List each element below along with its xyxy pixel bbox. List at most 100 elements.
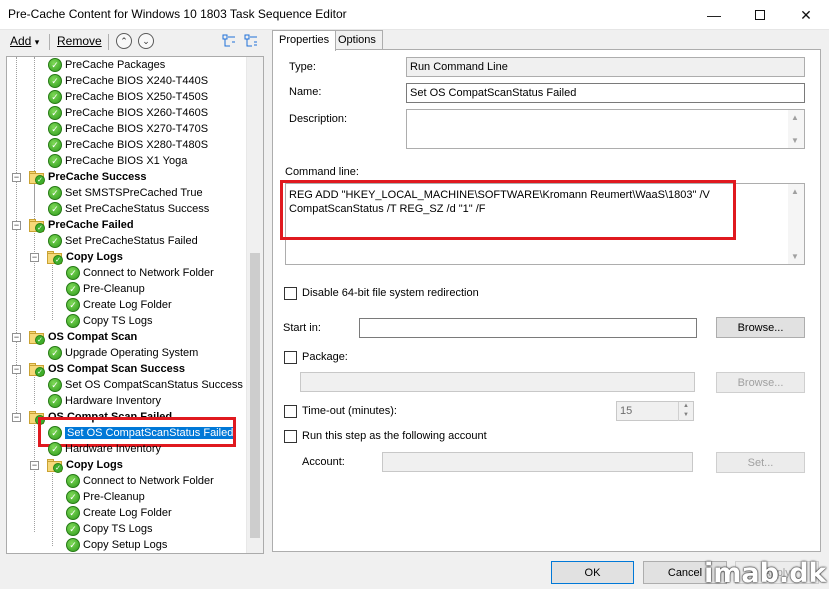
timeout-label: Time-out (minutes): (302, 405, 397, 417)
collapse-toggle[interactable]: − (12, 221, 21, 230)
tree-step[interactable]: ✓ Connect to Network Folder (66, 473, 214, 489)
expand-tree-button[interactable] (243, 33, 259, 49)
set-account-button[interactable]: Set... (716, 452, 805, 473)
success-check-icon: ✓ (48, 122, 62, 136)
group-folder-icon: ✓ (47, 250, 63, 265)
success-check-icon: ✓ (66, 282, 80, 296)
timeout-checkbox[interactable] (284, 405, 297, 418)
tree-item-label: Set PreCacheStatus Failed (65, 235, 198, 247)
collapse-toggle[interactable]: − (12, 413, 21, 422)
tree-item-label: PreCache BIOS X240-T440S (65, 75, 209, 87)
tree-step[interactable]: ✓ Pre-Cleanup (66, 489, 145, 505)
package-checkbox[interactable] (284, 351, 297, 364)
tab-properties[interactable]: Properties (272, 30, 337, 51)
tree-step[interactable]: ✓ Set PreCacheStatus Failed (48, 233, 198, 249)
start-in-browse-button[interactable]: Browse... (716, 317, 805, 338)
tree-step[interactable]: ✓ PreCache BIOS X260-T460S (48, 105, 208, 121)
tree-connector (52, 470, 53, 546)
ok-button[interactable]: OK (551, 561, 634, 584)
timeout-spinner[interactable]: ▲ ▼ (678, 402, 693, 421)
tree-item-label: PreCache Failed (48, 219, 134, 231)
tree-step[interactable]: ✓ PreCache BIOS X250-T450S (48, 89, 208, 105)
collapse-toggle[interactable]: − (12, 333, 21, 342)
description-field[interactable]: ▲ ▼ (406, 109, 805, 149)
tree-step[interactable]: ✓ PreCache BIOS X1 Yoga (48, 153, 187, 169)
name-field[interactable]: Set OS CompatScanStatus Failed (406, 83, 805, 103)
group-folder-icon: ✓ (29, 218, 45, 233)
tree-group[interactable]: ✓ Copy Logs (47, 457, 123, 473)
tree-step[interactable]: ✓ Set PreCacheStatus Success (48, 201, 209, 217)
tree-group[interactable]: ✓ PreCache Failed (29, 217, 134, 233)
success-check-icon: ✓ (48, 234, 62, 248)
start-in-field[interactable] (359, 318, 697, 338)
tree-group[interactable]: ✓ OS Compat Scan Success (29, 361, 185, 377)
tree-item-label: Hardware Inventory (65, 395, 161, 407)
expand-tree-icon (244, 34, 257, 47)
type-field: Run Command Line (406, 57, 805, 77)
add-label: Add (10, 34, 32, 48)
spin-down-icon: ▼ (683, 412, 689, 418)
success-check-icon: ✓ (66, 538, 80, 552)
tree-step[interactable]: ✓ Set OS CompatScanStatus Success (48, 377, 243, 393)
tree-step[interactable]: ✓ Set SMSTSPreCached True (48, 185, 203, 201)
tree-group[interactable]: ✓ PreCache Success (29, 169, 146, 185)
tree-group[interactable]: ✓ OS Compat Scan (29, 329, 137, 345)
task-sequence-tree[interactable]: ✓ PreCache Packages ✓ PreCache BIOS X240-T… (6, 56, 264, 554)
tree-item-label: PreCache BIOS X260-T460S (65, 107, 209, 119)
tree-step[interactable]: ✓ Copy TS Logs (66, 313, 153, 329)
success-check-icon: ✓ (48, 378, 62, 392)
group-folder-icon: ✓ (29, 330, 45, 345)
disable-64bit-checkbox[interactable] (284, 287, 297, 300)
tree-step[interactable]: ✓ Pre-Cleanup (66, 281, 145, 297)
remove-button[interactable]: Remove (57, 34, 102, 48)
tree-scrollbar[interactable] (246, 57, 263, 553)
command-line-scrollbar[interactable]: ▲ ▼ (788, 184, 804, 264)
tree-step[interactable]: ✓ Create Log Folder (66, 297, 172, 313)
move-up-button[interactable]: ⌃ (116, 33, 132, 49)
maximize-button[interactable] (737, 0, 783, 30)
package-browse-button[interactable]: Browse... (716, 372, 805, 393)
success-check-icon: ✓ (66, 522, 80, 536)
success-check-icon: ✓ (48, 106, 62, 120)
minimize-button[interactable]: — (691, 0, 737, 30)
collapse-toggle[interactable]: − (30, 461, 39, 470)
collapse-tree-button[interactable] (221, 33, 237, 49)
collapse-toggle[interactable]: − (30, 253, 39, 262)
tree-step[interactable]: ✓ Upgrade Operating System (48, 345, 198, 361)
run-as-account-checkbox[interactable] (284, 430, 297, 443)
tree-item-label: Pre-Cleanup (83, 491, 145, 503)
tree-item-label: PreCache BIOS X270-T470S (65, 123, 209, 135)
tree-step[interactable]: ✓ PreCache BIOS X280-T480S (48, 137, 208, 153)
description-scrollbar[interactable]: ▲ ▼ (788, 110, 804, 148)
success-check-icon: ✓ (66, 474, 80, 488)
tree-connector (52, 262, 53, 320)
tree-item-label: Copy Setup Logs (83, 539, 168, 551)
group-folder-icon: ✓ (47, 458, 63, 473)
tree-connector (34, 182, 35, 212)
add-menu-button[interactable]: Add ▾ (10, 34, 39, 48)
tree-step[interactable]: ✓ Connect to Network Folder (66, 265, 214, 281)
tree-item-label: Connect to Network Folder (83, 475, 214, 487)
tree-step[interactable]: ✓ Copy TS Logs (66, 521, 153, 537)
tab-options[interactable]: Options (331, 30, 383, 50)
success-check-icon: ✓ (66, 490, 80, 504)
tree-step[interactable]: ✓ PreCache BIOS X270-T470S (48, 121, 208, 137)
tree-connector (34, 422, 35, 532)
tree-step[interactable]: ✓ PreCache BIOS X240-T440S (48, 73, 208, 89)
window-title: Pre-Cache Content for Windows 10 1803 Ta… (8, 7, 347, 21)
tree-step[interactable]: ✓ Hardware Inventory (48, 441, 161, 457)
tree-item-label: PreCache Success (48, 171, 147, 183)
collapse-toggle[interactable]: − (12, 173, 21, 182)
tree-connector (34, 374, 35, 404)
tree-scrollbar-thumb[interactable] (250, 253, 260, 538)
tree-step[interactable]: ✓ Hardware Inventory (48, 393, 161, 409)
tree-step[interactable]: ✓ PreCache Packages (48, 57, 165, 73)
tree-step[interactable]: ✓ Create Log Folder (66, 505, 172, 521)
close-button[interactable]: ✕ (783, 0, 829, 30)
success-check-icon: ✓ (66, 298, 80, 312)
move-down-button[interactable]: ⌄ (138, 33, 154, 49)
collapse-toggle[interactable]: − (12, 365, 21, 374)
tree-step[interactable]: ✓ Copy Setup Logs (66, 537, 167, 553)
tree-item-label: Copy TS Logs (83, 523, 153, 535)
tree-group[interactable]: ✓ Copy Logs (47, 249, 123, 265)
